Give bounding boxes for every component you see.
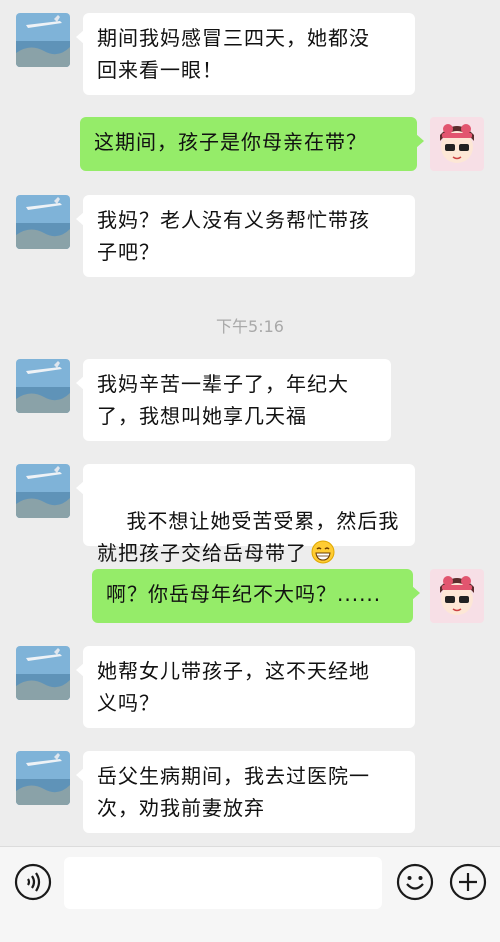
message-bubble[interactable]: 期间我妈感冒三四天，她都没 回来看一眼！ bbox=[76, 13, 415, 95]
my-avatar[interactable] bbox=[430, 117, 484, 171]
message-input[interactable] bbox=[64, 857, 382, 909]
chat-timestamp: 下午5:16 bbox=[216, 317, 284, 336]
contact-avatar[interactable] bbox=[16, 751, 70, 805]
message-bubble[interactable]: 岳父生病期间，我去过医院一 次，劝我前妻放弃 bbox=[76, 751, 415, 833]
input-toolbar bbox=[0, 846, 500, 942]
voice-icon[interactable] bbox=[14, 863, 52, 905]
contact-avatar[interactable] bbox=[16, 359, 70, 413]
emoji-icon[interactable] bbox=[396, 863, 434, 905]
message-bubble[interactable]: 啊？你岳母年纪不大吗？...... bbox=[92, 569, 420, 623]
contact-avatar[interactable] bbox=[16, 195, 70, 249]
message-bubble[interactable]: 我不想让她受苦受累，然后我 就把孩子交给岳母带了 bbox=[76, 464, 415, 565]
plus-icon[interactable] bbox=[449, 863, 487, 905]
chat-area: 期间我妈感冒三四天，她都没 回来看一眼！ 这期间，孩子是你母亲在带？ 我妈？老人… bbox=[0, 0, 500, 846]
message-bubble[interactable]: 这期间，孩子是你母亲在带？ bbox=[80, 117, 424, 171]
message-bubble[interactable]: 她帮女儿带孩子，这不天经地 义吗？ bbox=[76, 646, 415, 728]
message-text: 我不想让她受苦受累，然后我 就把孩子交给岳母带了 bbox=[97, 509, 400, 565]
contact-avatar[interactable] bbox=[16, 464, 70, 518]
contact-avatar[interactable] bbox=[16, 646, 70, 700]
my-avatar[interactable] bbox=[430, 569, 484, 623]
contact-avatar[interactable] bbox=[16, 13, 70, 67]
message-bubble[interactable]: 我妈辛苦一辈子了，年纪大 了，我想叫她享几天福 bbox=[76, 359, 391, 441]
message-bubble[interactable]: 我妈？老人没有义务帮忙带孩 子吧？ bbox=[76, 195, 415, 277]
